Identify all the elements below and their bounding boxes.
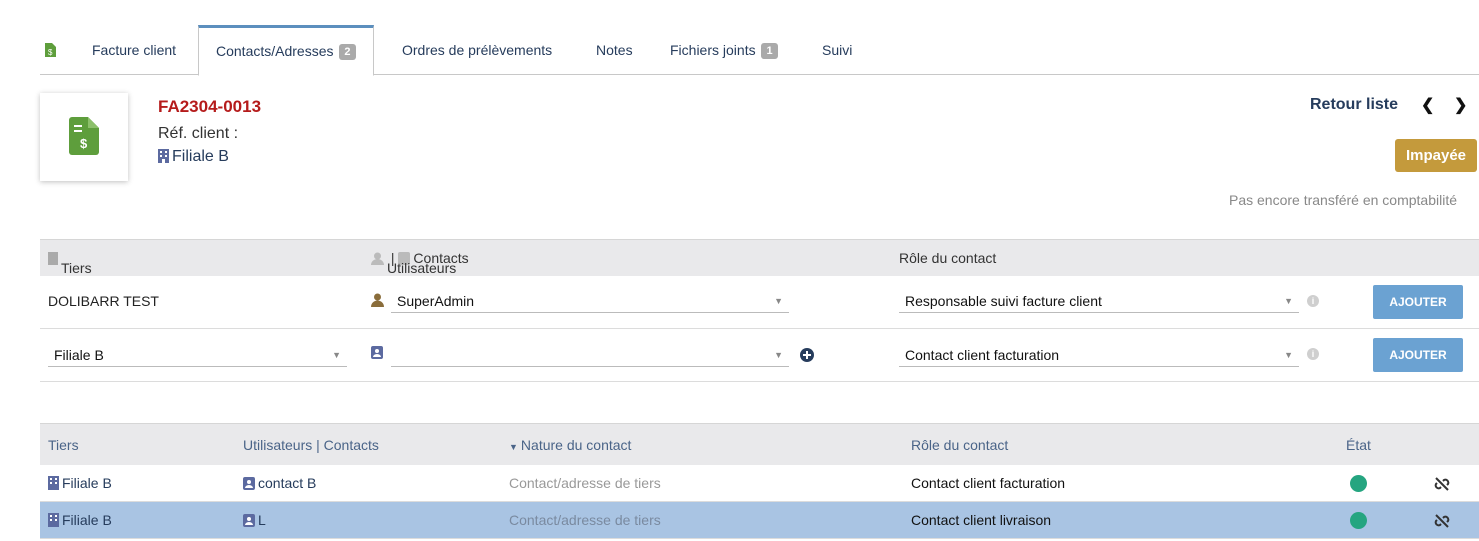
add-button[interactable]: AJOUTER [1373,338,1463,372]
compta-status: Pas encore transféré en comptabilité [1229,192,1458,208]
info-icon[interactable]: i [1307,295,1319,307]
building-icon [48,513,59,527]
tab-contacts-label: Contacts/Adresses [216,43,334,59]
contact-card-icon [243,477,255,490]
tab-badge: 1 [761,43,778,59]
tiers-name: Filiale B [62,512,112,528]
status-active-icon[interactable] [1350,475,1367,492]
tiers-select[interactable]: Filiale B ▼ [48,343,347,367]
svg-text:$: $ [48,48,53,57]
contact-link[interactable]: L [243,512,266,528]
user-icon [371,252,384,265]
contact-role: Contact client livraison [911,512,1052,528]
invoice-ref: FA2304-0013 [158,97,262,116]
building-icon [48,252,58,265]
unlink-icon[interactable] [1434,476,1450,492]
col-role[interactable]: Rôle du contact [911,437,1008,453]
add-contact-header: Tiers Utilisateurs | Contacts Rôle du co… [40,239,1479,276]
tab-bar: $ Facture client Contacts/Adresses 2 Ord… [40,25,1479,76]
building-icon [158,149,169,163]
tab-ordres-prelevements[interactable]: Ordres de prélèvements [402,25,552,75]
tiers-link[interactable]: Filiale B [48,512,112,528]
contact-nature: Contact/adresse de tiers [509,475,661,491]
tiers-link[interactable]: Filiale B [158,148,229,166]
svg-text:$: $ [80,136,88,151]
prev-arrow-icon[interactable]: ❮ [1421,95,1434,115]
invoice-icon: $ [69,117,99,155]
tab-notes[interactable]: Notes [596,25,633,75]
contact-nature: Contact/adresse de tiers [509,512,661,528]
tab-fichiers-label: Fichiers joints [670,42,756,58]
contact-card-icon [243,514,255,527]
tiers-value: DOLIBARR TEST [48,293,159,309]
role-select-value: Contact client facturation [905,347,1060,363]
tiers-select-value: Filiale B [54,347,104,363]
role-select[interactable]: Contact client facturation ▼ [899,343,1299,367]
retour-liste-link[interactable]: Retour liste [1310,96,1398,114]
col-nature-label: Nature du contact [520,437,632,453]
role-select[interactable]: Responsable suivi facture client ▼ [899,289,1299,313]
invoice-icon[interactable]: $ [45,25,59,75]
contact-card-icon [371,346,383,359]
chevron-down-icon: ▼ [1284,296,1293,306]
info-icon[interactable]: i [1307,348,1319,360]
contact-select[interactable]: ▼ [391,343,789,367]
tab-facture-client[interactable]: Facture client [92,25,176,75]
contacts-list-header: Tiers Utilisateurs | Contacts ▼ Nature du… [40,423,1479,465]
contact-name: L [258,512,266,528]
table-row: Filiale B L Contact/adresse de tiers Con… [40,502,1479,539]
col-etat[interactable]: État [1346,437,1371,453]
ref-client-label: Réf. client : [158,125,239,142]
contact-role: Contact client facturation [911,475,1066,491]
tiers-link[interactable]: Filiale B [48,475,112,491]
users-contacts-header: Utilisateurs | Contacts [371,250,469,276]
role-header: Rôle du contact [899,250,997,266]
chevron-down-icon: ▼ [1284,350,1293,360]
invoice-card: $ [40,93,128,181]
col-nature[interactable]: ▼ Nature du contact [509,437,631,453]
contact-link[interactable]: contact B [243,475,316,491]
role-select-value: Responsable suivi facture client [905,293,1102,309]
tab-suivi[interactable]: Suivi [822,25,852,75]
user-select[interactable]: SuperAdmin ▼ [391,289,789,313]
add-button[interactable]: AJOUTER [1373,285,1463,319]
building-icon [48,476,59,490]
col-users-contacts[interactable]: Utilisateurs | Contacts [243,437,379,453]
chevron-down-icon: ▼ [332,350,341,360]
user-select-value: SuperAdmin [397,293,475,309]
add-contact-row: Filiale B ▼ ▼ Contact client facturation ▼… [40,329,1479,382]
chevron-down-icon: ▼ [774,350,783,360]
unlink-icon[interactable] [1434,513,1450,529]
col-tiers[interactable]: Tiers [48,437,79,453]
sort-down-icon: ▼ [509,442,518,452]
status-badge: Impayée [1395,139,1477,172]
table-row: Filiale B contact B Contact/adresse de t… [40,465,1479,502]
chevron-down-icon: ▼ [774,296,783,306]
status-active-icon[interactable] [1350,512,1367,529]
add-user-row: DOLIBARR TEST SuperAdmin ▼ Responsable su… [40,276,1479,329]
tab-contacts-adresses[interactable]: Contacts/Adresses 2 [198,25,374,76]
tiers-header-label: Tiers [61,260,92,276]
add-contact-icon[interactable] [800,348,814,362]
tab-badge: 2 [339,44,356,60]
tiers-name: Filiale B [172,148,229,165]
tiers-header: Tiers [48,250,92,276]
next-arrow-icon[interactable]: ❯ [1454,95,1467,115]
user-icon [371,293,384,307]
tab-fichiers-joints[interactable]: Fichiers joints 1 [670,25,778,75]
contact-name: contact B [258,475,317,491]
users-header-label: Utilisateurs [387,260,457,276]
tiers-name: Filiale B [62,475,112,491]
